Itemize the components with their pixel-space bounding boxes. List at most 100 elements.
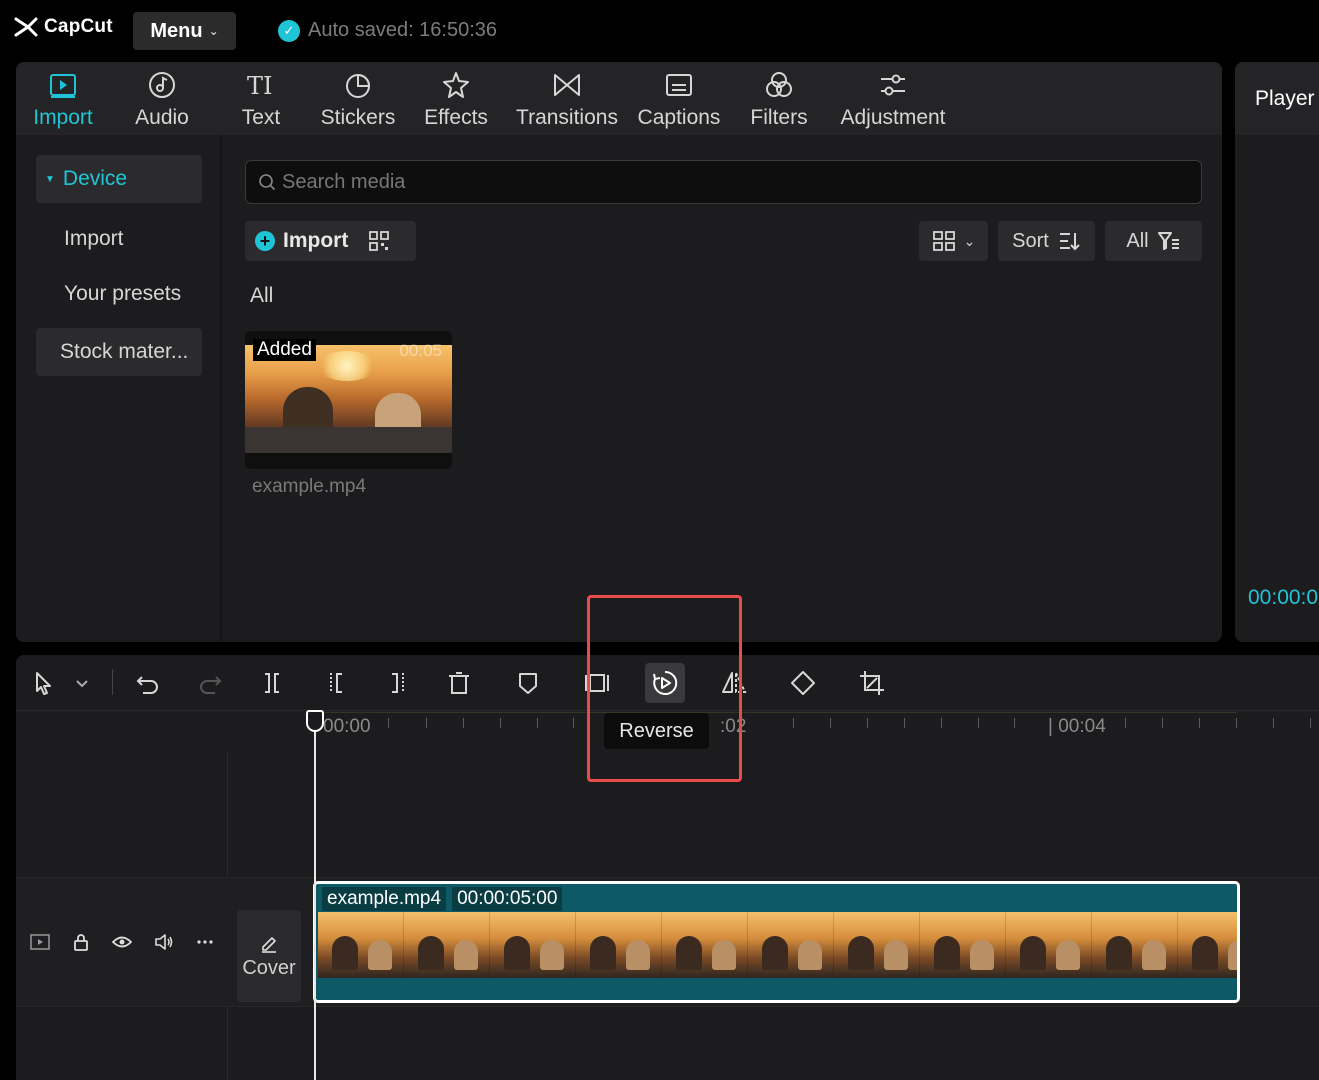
import-button[interactable]: + Import [245,221,416,261]
split-icon [265,673,279,693]
cover-button[interactable]: Cover [237,910,301,1002]
tab-label: Text [241,106,281,129]
marker-button[interactable] [512,667,544,699]
chevron-down-icon [76,680,88,688]
audio-icon [149,72,175,98]
sort-icon [1059,233,1080,251]
hide-track-button[interactable] [111,931,133,953]
player-timecode: 00:00:0 [1248,586,1319,609]
tab-adjustment[interactable]: Adjustment [834,62,952,135]
tab-captions[interactable]: Captions [635,62,723,135]
media-item-thumbnail[interactable]: Added 00:05 [245,331,452,469]
tab-filters[interactable]: Filters [748,62,810,135]
tab-label: Adjustment [840,106,946,129]
select-tool-button[interactable] [28,667,60,699]
ruler-tick [793,718,794,728]
ruler-tick [867,718,868,728]
menu-label: Menu [150,19,203,42]
ruler-tick [1014,718,1015,728]
tab-text[interactable]: TI Text [236,62,286,135]
sidebar-item-import[interactable]: Import [36,215,202,263]
sort-button[interactable]: Sort [998,221,1095,261]
ruler-tick [1125,718,1126,728]
search-placeholder: Search media [282,170,406,193]
search-input[interactable]: Search media [245,160,1202,204]
view-toggle-button[interactable]: ⌄ [919,221,988,261]
rotate-button[interactable] [787,667,819,699]
media-panel: Import Audio TI Text Stickers Effects Tr… [16,62,1222,642]
lock-icon [74,934,88,951]
eye-icon [112,936,132,948]
delete-right-button[interactable] [382,667,414,699]
title-bar: CapCut Menu ⌄ ✓ Auto saved: 16:50:36 [0,0,1319,62]
video-clip[interactable]: example.mp4 00:00:05:00 [313,881,1240,1003]
marker-icon [519,673,537,694]
search-icon [259,174,276,191]
menu-button[interactable]: Menu ⌄ [133,12,236,50]
sidebar-item-stock-material[interactable]: Stock mater... [36,328,202,376]
ruler-tick [1310,718,1311,728]
ruler-tick [463,718,464,728]
media-filename: example.mp4 [252,476,367,497]
delete-button[interactable] [443,667,475,699]
lock-track-button[interactable] [70,931,92,953]
ruler-tick [573,718,574,728]
filmstrip-frame [490,912,576,978]
undo-button[interactable] [132,667,164,699]
select-tool-dropdown[interactable] [68,667,96,699]
sidebar-item-presets[interactable]: Your presets [36,270,202,318]
adjustment-icon [881,74,905,96]
tab-effects[interactable]: Effects [422,62,490,135]
filmstrip-frame [1092,912,1178,978]
video-track-icon [30,934,50,950]
tab-label: Transitions [516,106,618,129]
tab-stickers[interactable]: Stickers [318,62,398,135]
sidebar-item-device[interactable]: ▼ Device [36,155,202,203]
cursor-icon [36,672,51,695]
ruler-tick [978,718,979,728]
tab-label: Import [33,106,93,129]
tab-label: Effects [424,106,488,129]
trash-icon [449,672,469,694]
grid-view-icon [932,231,955,251]
filters-icon [766,72,792,97]
ruler-tick [1162,718,1163,728]
autosave-text: Auto saved: 16:50:36 [308,19,498,41]
filter-button[interactable]: All [1105,221,1202,261]
redo-icon [200,676,222,694]
filmstrip-frame [318,912,404,978]
mute-track-button[interactable] [153,931,175,953]
more-options-button[interactable] [194,931,216,953]
undo-icon [136,676,158,694]
crop-button[interactable] [856,667,888,699]
trim-left-icon [330,673,342,693]
import-icon [50,74,76,98]
tab-label: Audio [135,106,189,129]
track-type-toggle[interactable] [29,931,51,953]
toolbar-divider [112,669,113,695]
tab-transitions[interactable]: Transitions [513,62,621,135]
ruler-tick [426,718,427,728]
tab-import[interactable]: Import [28,62,98,135]
filmstrip-frame [1006,912,1092,978]
cover-label: Cover [242,956,296,979]
tab-bar: Import Audio TI Text Stickers Effects Tr… [16,62,1222,135]
speaker-icon [155,934,173,950]
tab-audio[interactable]: Audio [130,62,194,135]
sidebar-item-label: Stock mater... [60,340,189,363]
filmstrip-frame [1178,912,1237,978]
split-button[interactable] [256,667,288,699]
delete-left-button[interactable] [320,667,352,699]
ruler-tick [1273,718,1274,728]
clip-labels: example.mp4 00:00:05:00 [322,887,563,911]
sidebar-item-label: Your presets [64,282,182,305]
playhead-handle[interactable] [306,710,324,732]
crop-icon [860,671,884,695]
section-label: All [250,284,274,307]
chevron-down-icon: ⌄ [963,232,976,249]
playhead-line[interactable] [314,712,316,1080]
qr-code-icon[interactable] [368,230,390,252]
tab-label: Stickers [320,106,396,129]
ruler-tick [1236,718,1237,728]
redo-button[interactable] [194,667,226,699]
